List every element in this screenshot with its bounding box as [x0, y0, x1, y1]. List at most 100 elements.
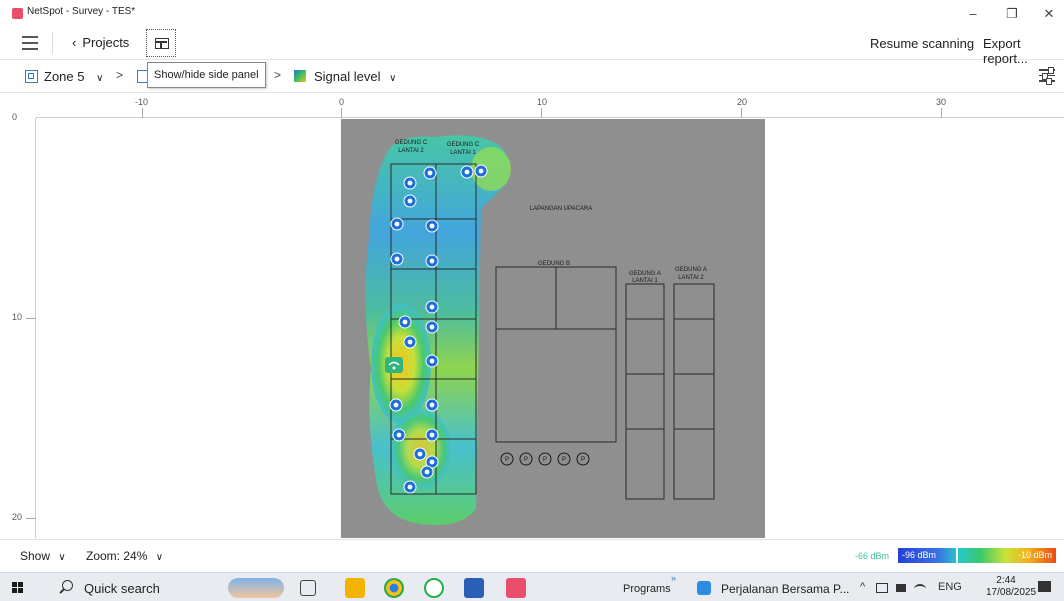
visualization-selector[interactable]: Signal level ∨ [314, 69, 396, 84]
measurement-point-marker[interactable] [423, 166, 437, 180]
clock-date: 17/08/2025 [986, 587, 1037, 598]
quick-search-button[interactable]: Quick search [84, 581, 160, 596]
floorplan-label: GEDUNG B [538, 261, 570, 267]
floorplan-label: GEDUNG A [629, 271, 661, 277]
zone-label: Zone 5 [44, 69, 85, 84]
battery-icon[interactable] [896, 584, 906, 592]
menu-icon[interactable] [22, 36, 38, 50]
measurement-point-marker[interactable] [460, 165, 474, 179]
measurement-point-marker[interactable] [403, 480, 417, 494]
svg-text:P: P [543, 457, 547, 463]
measurement-point-marker[interactable] [398, 315, 412, 329]
ruler-label: 0 [12, 112, 18, 122]
status-bar: Show ∨ Zoom: 24% ∨ -66 dBm -96 dBm -10 d… [0, 539, 1064, 571]
measurement-point-marker[interactable] [474, 164, 488, 178]
zone-selector[interactable]: Zone 5 ∨ [44, 69, 103, 84]
parking-icon: P [500, 452, 514, 466]
restore-button[interactable]: ❐ [997, 4, 1027, 24]
measurement-point-marker[interactable] [425, 354, 439, 368]
ruler-label: 0 [339, 97, 345, 107]
side-panel-toggle-button[interactable] [146, 29, 176, 57]
parking-icon: P [557, 452, 571, 466]
measurement-point-marker[interactable] [403, 335, 417, 349]
close-button[interactable]: ✕ [1034, 4, 1064, 24]
running-task-label[interactable]: Perjalanan Bersama P... [721, 582, 850, 596]
weather-widget-icon[interactable] [228, 578, 284, 598]
side-panel-tooltip: Show/hide side panel [147, 62, 266, 88]
measurement-point-marker[interactable] [392, 428, 406, 442]
show-label: Show [20, 549, 51, 563]
title-bar: NetSpot - Survey - TES* – ❐ ✕ [0, 0, 1064, 28]
measurement-point-marker[interactable] [389, 398, 403, 412]
legend-max-label: -10 dBm [1017, 550, 1052, 560]
breadcrumb-separator-icon: > [274, 68, 282, 82]
zoom-label: Zoom: 24% [86, 549, 148, 563]
wifi-icon[interactable] [914, 584, 926, 594]
access-point-icon[interactable] [385, 357, 403, 373]
minimize-button[interactable]: – [958, 4, 988, 24]
signal-legend[interactable]: -96 dBm -10 dBm [898, 547, 1056, 564]
svg-text:P: P [581, 457, 585, 463]
legend-threshold-label: -66 dBm [855, 551, 890, 561]
search-icon[interactable] [62, 580, 73, 591]
svg-text:P: P [524, 457, 528, 463]
clock-time: 2:44 [996, 575, 1016, 586]
network-status-icon[interactable] [876, 583, 888, 593]
windows-start-icon[interactable] [12, 582, 24, 594]
measurement-point-marker[interactable] [425, 300, 439, 314]
floor-plan[interactable]: GEDUNG C LANTAI 2 GEDUNG C LANTAI 1 LAPA… [341, 119, 765, 538]
tray-overflow-icon[interactable]: ^ [860, 581, 865, 593]
map-canvas[interactable]: -10 0 10 20 30 0 10 20 GEDUNG C LANTAI 2… [0, 94, 1064, 538]
measurement-point-marker[interactable] [403, 176, 417, 190]
resume-scanning-button[interactable]: Resume scanning [870, 36, 974, 51]
notifications-icon[interactable] [1038, 581, 1051, 592]
measurement-point-marker[interactable] [425, 320, 439, 334]
measurement-point-marker[interactable] [403, 194, 417, 208]
measurement-point-marker[interactable] [420, 465, 434, 479]
ruler-label: 10 [12, 312, 23, 322]
floorplan-label: LANTAI 2 [678, 275, 704, 281]
measurement-point-marker[interactable] [413, 447, 427, 461]
netspot-taskbar-icon[interactable] [506, 578, 526, 598]
side-panel-icon [155, 38, 169, 49]
system-clock[interactable]: 2:44 17/08/2025 [986, 575, 1037, 599]
legend-min-label: -96 dBm [902, 550, 937, 560]
chevron-left-icon: ‹ [72, 35, 77, 50]
programs-toolbar[interactable]: Programs [623, 583, 671, 595]
chevron-down-icon: ∨ [96, 73, 104, 84]
whatsapp-icon[interactable] [424, 578, 444, 598]
measurement-point-marker[interactable] [425, 398, 439, 412]
chevron-down-icon: ∨ [389, 73, 397, 84]
measurement-point-marker[interactable] [390, 217, 404, 231]
chevron-down-icon: ∨ [155, 552, 164, 563]
floorplan-label: LANTAI 2 [398, 148, 424, 154]
svg-text:P: P [505, 457, 509, 463]
measurement-point-marker[interactable] [390, 252, 404, 266]
zone-icon [25, 70, 38, 83]
show-dropdown[interactable]: Show ∨ [20, 549, 66, 563]
language-indicator[interactable]: ENG [938, 581, 962, 593]
programs-overflow-icon[interactable]: » [671, 573, 676, 583]
ruler-label: 30 [936, 97, 947, 107]
svg-text:P: P [562, 457, 566, 463]
projects-button[interactable]: ‹ Projects [72, 35, 129, 50]
chrome-icon[interactable] [384, 578, 404, 598]
ruler-label: 20 [12, 512, 23, 522]
floorplan-label: LANTAI 1 [450, 150, 476, 156]
legend-threshold-marker[interactable] [956, 547, 958, 564]
parking-icon: P [576, 452, 590, 466]
horizontal-ruler: -10 0 10 20 30 [36, 94, 1064, 118]
view-settings-icon[interactable] [1039, 67, 1055, 84]
window-title: NetSpot - Survey - TES* [27, 6, 136, 17]
floor-plan-drawing: GEDUNG C LANTAI 2 GEDUNG C LANTAI 1 LAPA… [365, 135, 715, 525]
task-view-icon[interactable] [300, 580, 316, 596]
visualization-label: Signal level [314, 69, 381, 84]
word-icon[interactable] [464, 578, 484, 598]
measurement-point-marker[interactable] [425, 254, 439, 268]
breadcrumb-separator-icon: > [116, 68, 124, 82]
zoom-dropdown[interactable]: Zoom: 24% ∨ [86, 549, 163, 563]
measurement-point-marker[interactable] [425, 428, 439, 442]
file-explorer-icon[interactable] [345, 578, 365, 598]
toolbar-divider [52, 32, 53, 54]
measurement-point-marker[interactable] [425, 219, 439, 233]
